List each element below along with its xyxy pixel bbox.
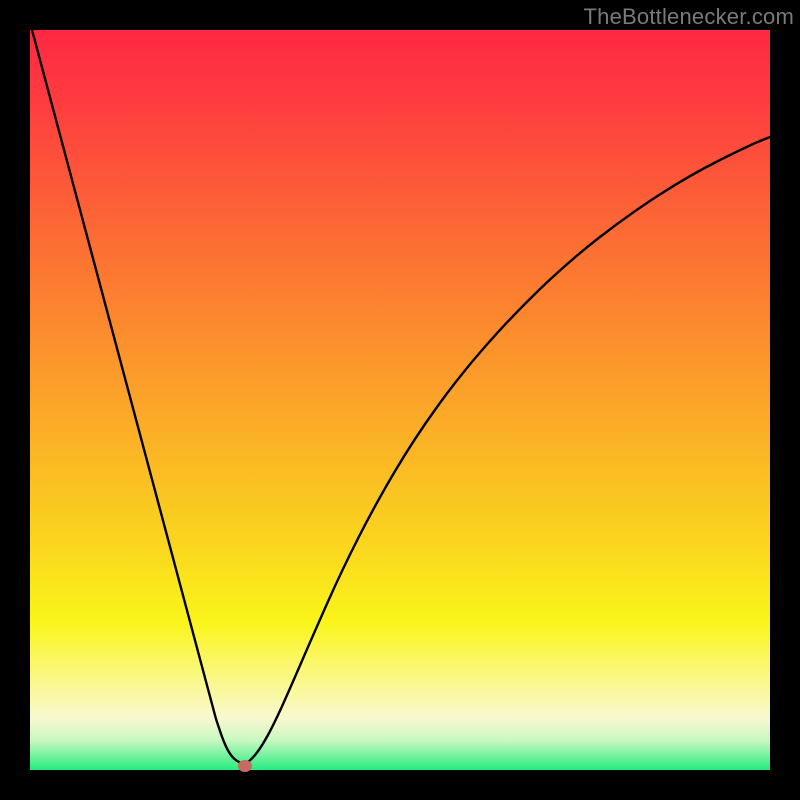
minimum-marker [238,760,252,772]
bottleneck-curve [32,30,770,763]
plot-area [30,30,770,770]
chart-frame: TheBottlenecker.com [0,0,800,800]
watermark-text: TheBottlenecker.com [584,4,794,30]
curve-svg [30,30,770,770]
